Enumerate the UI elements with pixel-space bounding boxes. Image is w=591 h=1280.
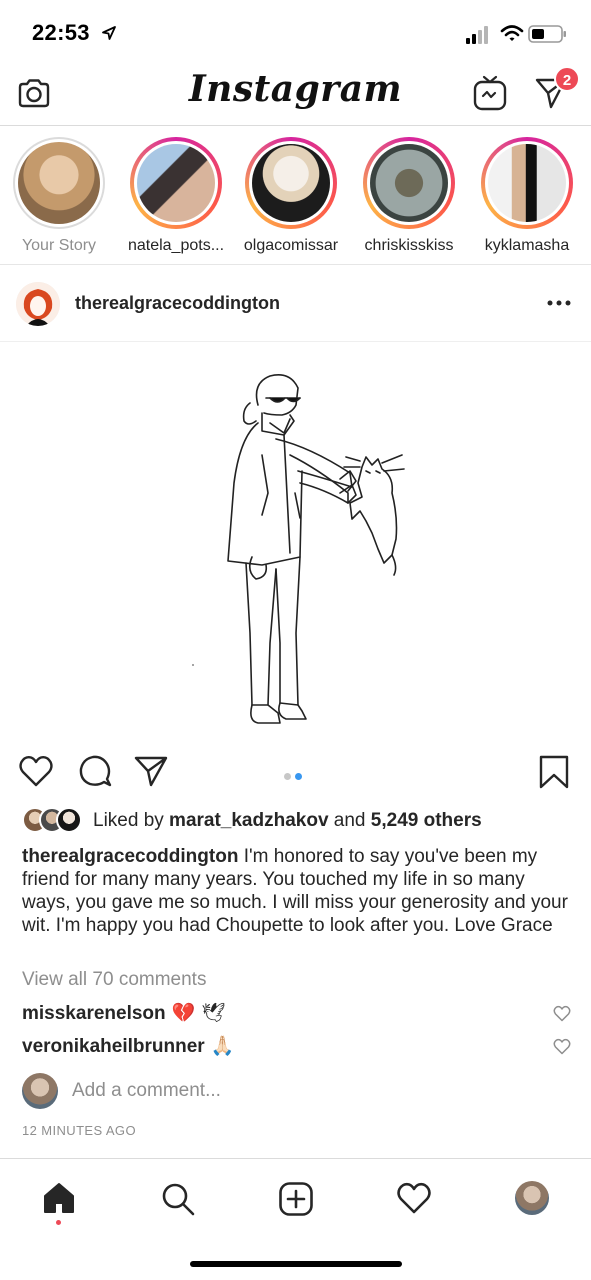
carousel-dot (284, 773, 291, 780)
status-time: 22:53 (32, 20, 90, 45)
more-icon[interactable] (547, 300, 571, 306)
likes-row: Liked by marat_kadzhakov and 5,249 other… (22, 807, 582, 835)
post-header: therealgracecoddington (0, 266, 591, 342)
post-author-avatar[interactable] (16, 282, 60, 326)
post-caption: therealgracecoddington I'm honored to sa… (22, 845, 572, 937)
comment-username[interactable]: veronikaheilbrunner (22, 1036, 205, 1057)
igtv-icon[interactable] (472, 74, 508, 112)
comment-like-icon[interactable] (553, 1005, 571, 1022)
add-icon[interactable] (278, 1181, 314, 1217)
home-active-indicator (56, 1220, 61, 1225)
story-item-own[interactable]: Your Story (0, 137, 118, 255)
current-user-avatar (22, 1073, 58, 1109)
signal-icon (466, 26, 488, 44)
story-avatar (18, 142, 100, 224)
likes-count[interactable]: 5,249 others (371, 810, 482, 831)
comment-username[interactable]: misskarenelson (22, 1003, 166, 1024)
comment-like-icon[interactable] (553, 1038, 571, 1055)
bookmark-icon[interactable] (538, 754, 570, 790)
story-avatar (370, 144, 448, 222)
story-username: natela_pots... (127, 237, 225, 254)
liked-by-prefix: Liked by (93, 810, 170, 831)
carousel-dot-active (295, 773, 302, 780)
profile-tab[interactable] (515, 1181, 549, 1215)
post-image[interactable] (0, 343, 591, 743)
story-avatar (137, 144, 215, 222)
carousel-indicator (284, 767, 306, 785)
story-ring (245, 137, 337, 229)
activity-heart-icon[interactable] (396, 1181, 432, 1215)
home-indicator (190, 1261, 402, 1267)
view-all-comments-link[interactable]: View all 70 comments (22, 969, 206, 991)
wifi-icon (500, 25, 524, 41)
liked-by-user[interactable]: marat_kadzhakov (169, 810, 328, 831)
story-item[interactable]: kyklamasha (468, 137, 586, 255)
profile-avatar (515, 1181, 549, 1215)
battery-icon (528, 25, 566, 43)
post-author-username[interactable]: therealgracecoddington (75, 293, 280, 314)
post-action-bar (0, 746, 591, 798)
comment-text: 🙏🏻 (210, 1035, 235, 1057)
comment-icon[interactable] (78, 754, 112, 788)
story-item[interactable]: olgacomissar (232, 137, 350, 255)
likes-summary[interactable]: Liked by marat_kadzhakov and 5,249 other… (93, 810, 482, 832)
story-username: kyklamasha (484, 237, 570, 254)
liker-avatar (56, 807, 82, 833)
story-ring (481, 137, 573, 229)
liked-by-and: and (328, 810, 371, 831)
unread-badge: 2 (554, 66, 580, 92)
add-comment-input[interactable]: Add a comment... (72, 1080, 221, 1102)
story-avatar (488, 144, 566, 222)
comment-item: veronikaheilbrunner 🙏🏻 (22, 1034, 572, 1062)
story-username: olgacomissar (243, 237, 339, 254)
add-comment-row[interactable]: Add a comment... (22, 1073, 572, 1111)
heart-icon[interactable] (18, 754, 54, 788)
location-arrow-icon (102, 26, 116, 40)
story-username: Your Story (21, 237, 97, 254)
share-icon[interactable] (134, 754, 168, 788)
comment-text: 💔 🕊 (171, 1002, 226, 1024)
home-icon[interactable] (42, 1181, 76, 1215)
post-timestamp: 12 MINUTES AGO (22, 1123, 136, 1138)
comment-item: misskarenelson 💔 🕊 (22, 1001, 572, 1029)
story-ring (363, 137, 455, 229)
status-bar: 22:53 (0, 0, 591, 66)
story-avatar (252, 144, 330, 222)
caption-username[interactable]: therealgracecoddington (22, 846, 238, 867)
stories-tray: Your Story natela_pots... olgacomissar c… (0, 127, 591, 265)
story-item[interactable]: natela_pots... (117, 137, 235, 255)
top-nav: Instagram 2 (0, 66, 591, 126)
liker-avatars (22, 807, 86, 833)
story-username: chriskisskiss (364, 237, 454, 254)
story-item[interactable]: chriskisskiss (350, 137, 468, 255)
search-icon[interactable] (160, 1181, 196, 1217)
story-ring (130, 137, 222, 229)
story-ring (13, 137, 105, 229)
